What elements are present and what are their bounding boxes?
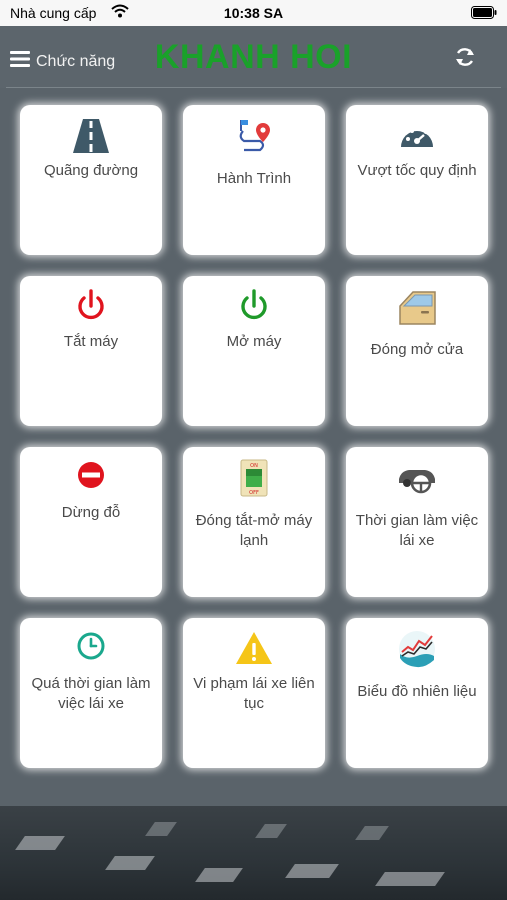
tile-label: Đóng mở cửa bbox=[370, 341, 464, 358]
background-road-photo bbox=[0, 806, 507, 900]
tile-hanh-trinh[interactable]: Hành Trình bbox=[183, 105, 325, 255]
car-wheel-icon bbox=[399, 470, 435, 494]
tile-label: Dừng đỗ bbox=[61, 504, 121, 521]
fuel-chart-icon bbox=[399, 631, 435, 668]
power-on-icon bbox=[241, 289, 267, 320]
crosswalk-stripe bbox=[105, 856, 155, 870]
road-icon bbox=[73, 119, 109, 153]
power-off-icon bbox=[78, 289, 104, 320]
tile-label: Vi phạm lái xe liên tục bbox=[193, 675, 315, 712]
tile-label: Vượt tốc quy định bbox=[357, 162, 477, 179]
tile-quang-duong[interactable]: Quãng đường bbox=[20, 105, 162, 255]
clock-time: 10:38 SA bbox=[223, 5, 284, 21]
tile-label: Đóng tắt-mở máy lạnh bbox=[195, 512, 313, 549]
speedometer-icon bbox=[401, 126, 433, 147]
tile-bieu-do-nhien-lieu[interactable]: Biểu đồ nhiên liệu bbox=[346, 618, 488, 768]
tile-mo-may[interactable]: Mở máy bbox=[183, 276, 325, 426]
function-grid: Quãng đường Hành Trình Vượt tốc quy định bbox=[0, 88, 507, 806]
tile-label: Quãng đường bbox=[43, 162, 139, 179]
tile-qua-thoi-gian[interactable]: Quá thời gian làm việc lái xe bbox=[20, 618, 162, 768]
tile-label: Hành Trình bbox=[216, 170, 292, 187]
tile-label: Biểu đồ nhiên liệu bbox=[357, 683, 477, 700]
no-entry-icon bbox=[78, 462, 104, 488]
tile-label: Tắt máy bbox=[63, 333, 119, 350]
crosswalk-stripe bbox=[255, 824, 287, 838]
on-off-switch-icon: ON OFF bbox=[240, 459, 268, 497]
crosswalk-stripe bbox=[375, 872, 445, 886]
clock-icon bbox=[77, 632, 105, 660]
tile-label: Quá thời gian làm việc lái xe bbox=[31, 675, 151, 712]
crosswalk-stripe bbox=[15, 836, 65, 850]
crosswalk-stripe bbox=[355, 826, 389, 840]
svg-text:ON: ON bbox=[250, 463, 258, 469]
tile-thoi-gian-lam-viec[interactable]: Thời gian làm việc lái xe bbox=[346, 447, 488, 597]
crosswalk-stripe bbox=[285, 864, 339, 878]
warning-icon bbox=[236, 632, 272, 664]
svg-text:OFF: OFF bbox=[249, 490, 259, 496]
status-bar: Nhà cung cấp 10:38 SA bbox=[0, 0, 507, 26]
brand-title: KHANH HOI bbox=[154, 38, 353, 76]
battery-icon bbox=[471, 6, 497, 19]
tile-label: Thời gian làm việc lái xe bbox=[355, 512, 479, 549]
tile-tat-may[interactable]: Tắt máy bbox=[20, 276, 162, 426]
refresh-icon[interactable] bbox=[453, 45, 477, 69]
crosswalk-stripe bbox=[195, 868, 243, 882]
route-pin-icon bbox=[239, 120, 270, 152]
tile-may-lanh[interactable]: ON OFF Đóng tắt-mở máy lạnh bbox=[183, 447, 325, 597]
tile-dong-mo-cua[interactable]: Đóng mở cửa bbox=[346, 276, 488, 426]
tile-vi-pham-lai-xe[interactable]: Vi phạm lái xe liên tục bbox=[183, 618, 325, 768]
tile-dung-do[interactable]: Dừng đỗ bbox=[20, 447, 162, 597]
crosswalk-stripe bbox=[145, 822, 177, 836]
app-header: Chức năng KHANH HOI bbox=[0, 26, 507, 88]
car-door-icon bbox=[399, 291, 436, 325]
tile-label: Mở máy bbox=[226, 333, 282, 350]
tile-vuot-toc[interactable]: Vượt tốc quy định bbox=[346, 105, 488, 255]
